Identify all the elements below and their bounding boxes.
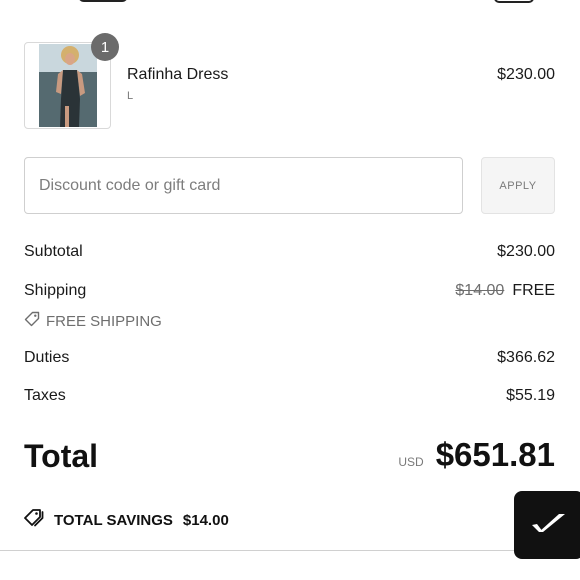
- currency-code: USD: [398, 455, 424, 469]
- duties-label: Duties: [24, 349, 70, 366]
- total-savings: TOTAL SAVINGS $14.00: [24, 508, 229, 532]
- divider: [0, 550, 514, 551]
- tag-icon: [24, 311, 40, 331]
- quantity-badge: 1: [91, 33, 119, 61]
- product-name: Rafinha Dress: [127, 66, 229, 83]
- duties-value: $366.62: [497, 349, 555, 366]
- discount-code-input[interactable]: [24, 157, 463, 214]
- shipping-original-price: $14.00: [455, 282, 505, 299]
- total-label: Total: [24, 438, 99, 474]
- total-amount: $651.81: [435, 436, 555, 473]
- shipping-label: Shipping: [24, 282, 87, 299]
- shipping-value: FREE: [512, 282, 555, 299]
- taxes-value: $55.19: [506, 387, 555, 404]
- top-cutoff-elements: [0, 0, 580, 4]
- taxes-label: Taxes: [24, 387, 66, 404]
- savings-label: TOTAL SAVINGS: [54, 511, 173, 529]
- cutoff-text-fragment: [78, 0, 128, 2]
- floating-action-button[interactable]: [514, 491, 580, 559]
- subtotal-value: $230.00: [497, 243, 555, 260]
- product-variant: L: [127, 90, 134, 102]
- product-image: [39, 44, 97, 127]
- subtotal-label: Subtotal: [24, 243, 83, 260]
- apply-button[interactable]: APPLY: [481, 157, 555, 214]
- product-price: $230.00: [497, 66, 555, 83]
- cutoff-icon-fragment: [494, 0, 534, 3]
- free-shipping-tag: FREE SHIPPING: [24, 311, 162, 331]
- savings-amount: $14.00: [182, 511, 229, 529]
- total-amount-group: USD $651.81: [398, 436, 555, 474]
- shipping-value-group: $14.00 FREE: [455, 282, 555, 300]
- checkmark-logo-icon: [529, 511, 569, 540]
- savings-tag-icon: [24, 508, 46, 532]
- free-shipping-label: FREE SHIPPING: [46, 312, 162, 330]
